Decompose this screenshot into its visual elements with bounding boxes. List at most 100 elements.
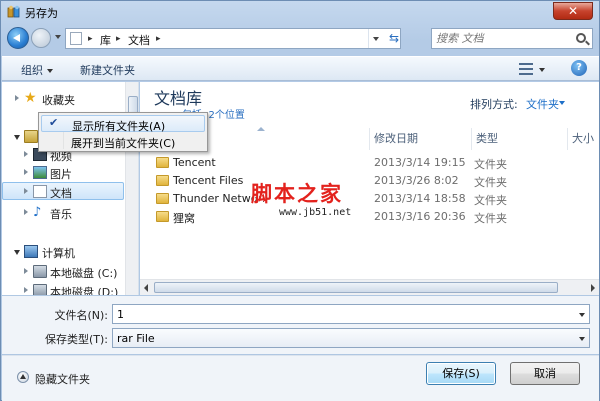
table-row[interactable]: Thunder Network 2013/3/14 18:58 文件夹	[152, 190, 592, 208]
document-icon	[33, 185, 47, 198]
nav-label: 音乐	[50, 208, 72, 221]
help-icon[interactable]: ?	[571, 60, 587, 76]
disk-icon	[33, 284, 47, 295]
organize-button[interactable]: 组织	[21, 62, 53, 78]
breadcrumb-documents[interactable]: 文档	[128, 32, 150, 48]
horizontal-scrollbar[interactable]	[140, 279, 599, 295]
arrange-by-label: 排列方式:	[470, 98, 518, 111]
picture-icon	[33, 166, 47, 179]
dialog-footer: 隐藏文件夹 保存(S) 取消	[2, 355, 599, 401]
horizontal-scrollbar-thumb[interactable]	[154, 282, 558, 293]
collapse-arrow-icon[interactable]	[14, 135, 20, 143]
menu-item-expand-to-current-folder[interactable]: 展开到当前文件夹(C)	[41, 133, 205, 150]
window-title: 另存为	[25, 7, 58, 20]
nav-label: 收藏夹	[42, 94, 75, 107]
app-icon	[7, 5, 20, 18]
file-type: 文件夹	[474, 194, 507, 207]
new-folder-button[interactable]: 新建文件夹	[80, 62, 135, 78]
file-date: 2013/3/14 19:15	[374, 156, 466, 169]
arrange-by-dropdown[interactable]: 文件夹	[526, 96, 559, 112]
expand-arrow-icon[interactable]	[24, 188, 28, 194]
collapse-arrow-icon[interactable]	[14, 250, 20, 258]
chevron-down-icon[interactable]	[579, 313, 585, 317]
nav-item-computer[interactable]: 计算机	[2, 243, 124, 261]
close-button[interactable]: ✕	[553, 2, 593, 20]
music-icon: ♪	[33, 205, 42, 220]
file-name: Tencent	[173, 156, 216, 169]
breadcrumb-separator-icon[interactable]: ▸	[88, 34, 93, 44]
checkmark-icon: ✔	[49, 116, 59, 129]
refresh-icon[interactable]: ⇆	[386, 29, 402, 48]
title-bar[interactable]: 另存为 ✕	[1, 1, 599, 23]
address-dropdown-chevron-icon[interactable]	[368, 29, 384, 48]
nav-item-music[interactable]: ♪ 音乐	[2, 204, 124, 222]
filename-label: 文件名(N):	[54, 309, 108, 322]
save-button[interactable]: 保存(S)	[426, 362, 496, 385]
hide-folders-button[interactable]: 隐藏文件夹	[35, 371, 90, 387]
nav-item-local-disk-c[interactable]: 本地磁盘 (C:)	[2, 263, 124, 281]
breadcrumb-separator-icon[interactable]: ▸	[116, 34, 121, 44]
chevron-down-icon	[47, 69, 53, 73]
nav-label: 本地磁盘 (D:)	[50, 286, 119, 295]
expand-arrow-icon[interactable]	[24, 209, 28, 215]
expand-arrow-icon[interactable]	[24, 287, 28, 293]
expand-arrow-icon[interactable]	[24, 169, 28, 175]
file-date: 2013/3/14 18:58	[374, 192, 466, 205]
file-list-pane[interactable]: 文档库 包括: 2个位置 排列方式: 文件夹 修改日期 类型 大小 Tencen…	[140, 82, 599, 295]
breadcrumb-separator-icon[interactable]: ▸	[156, 34, 161, 44]
save-form: 文件名(N): 1 保存类型(T): rar File	[2, 296, 599, 354]
view-dropdown-chevron-icon[interactable]	[539, 68, 545, 72]
search-input[interactable]	[436, 31, 570, 46]
nav-item-local-disk-d[interactable]: 本地磁盘 (D:)	[2, 282, 124, 295]
disk-icon	[33, 265, 47, 278]
command-toolbar: 组织 新建文件夹 ?	[2, 56, 599, 81]
table-row[interactable]: Tencent 2013/3/14 19:15 文件夹	[152, 154, 592, 172]
file-type: 文件夹	[474, 212, 507, 225]
file-type: 文件夹	[474, 158, 507, 171]
nav-label: 文档	[50, 187, 72, 200]
filename-value: 1	[117, 308, 124, 321]
scroll-left-arrow-icon[interactable]	[144, 284, 148, 292]
nav-label: 图片	[50, 168, 72, 181]
expand-arrow-icon[interactable]	[24, 151, 28, 157]
column-header-type[interactable]: 类型	[472, 128, 568, 150]
nav-item-pictures[interactable]: 图片	[2, 164, 124, 182]
nav-label: 计算机	[42, 247, 75, 260]
file-type: 文件夹	[474, 176, 507, 189]
scroll-right-arrow-icon[interactable]	[591, 284, 595, 292]
watermark-text: 脚本之家	[251, 181, 343, 206]
forward-arrow-icon[interactable]	[31, 28, 51, 48]
nav-item-favorites[interactable]: ★ 收藏夹	[2, 90, 124, 108]
column-header-size[interactable]: 大小	[568, 128, 599, 150]
nav-item-documents[interactable]: 文档	[2, 182, 124, 200]
organize-label: 组织	[21, 64, 43, 77]
recent-locations-chevron-icon[interactable]	[55, 35, 61, 39]
cancel-button[interactable]: 取消	[510, 362, 580, 385]
expand-arrow-icon[interactable]	[24, 268, 28, 274]
context-menu: ✔ 显示所有文件夹(A) 展开到当前文件夹(C)	[38, 112, 208, 152]
expand-arrow-icon[interactable]	[15, 95, 19, 101]
view-options-icon[interactable]	[519, 63, 533, 75]
file-date: 2013/3/26 8:02	[374, 174, 459, 187]
star-icon: ★	[24, 90, 37, 106]
file-name: 狸窝	[173, 212, 195, 225]
filetype-select[interactable]: rar File	[112, 328, 590, 348]
back-arrow-icon[interactable]	[7, 27, 29, 49]
collapse-up-icon[interactable]	[17, 371, 29, 383]
chevron-down-icon[interactable]	[579, 337, 585, 341]
search-icon[interactable]	[576, 33, 586, 43]
search-box[interactable]	[431, 28, 593, 49]
menu-item-label: 展开到当前文件夹(C)	[71, 137, 176, 150]
table-row[interactable]: 狸窝 2013/3/16 20:36 文件夹	[152, 208, 592, 226]
column-header-date[interactable]: 修改日期	[370, 128, 472, 150]
table-row[interactable]: Tencent Files 2013/3/26 8:02 文件夹	[152, 172, 592, 190]
address-bar[interactable]: ▸ 库 ▸ 文档 ▸ ⇆	[65, 28, 401, 49]
folder-icon	[156, 211, 169, 222]
breadcrumb-library[interactable]: 库	[100, 32, 111, 48]
filetype-value: rar File	[117, 332, 155, 345]
chevron-down-icon[interactable]	[559, 101, 565, 105]
watermark-url: www.jb51.net	[279, 207, 352, 218]
filename-field[interactable]: 1	[112, 304, 590, 324]
menu-item-show-all-folders[interactable]: ✔ 显示所有文件夹(A)	[41, 115, 205, 133]
library-location-icon	[70, 32, 82, 45]
